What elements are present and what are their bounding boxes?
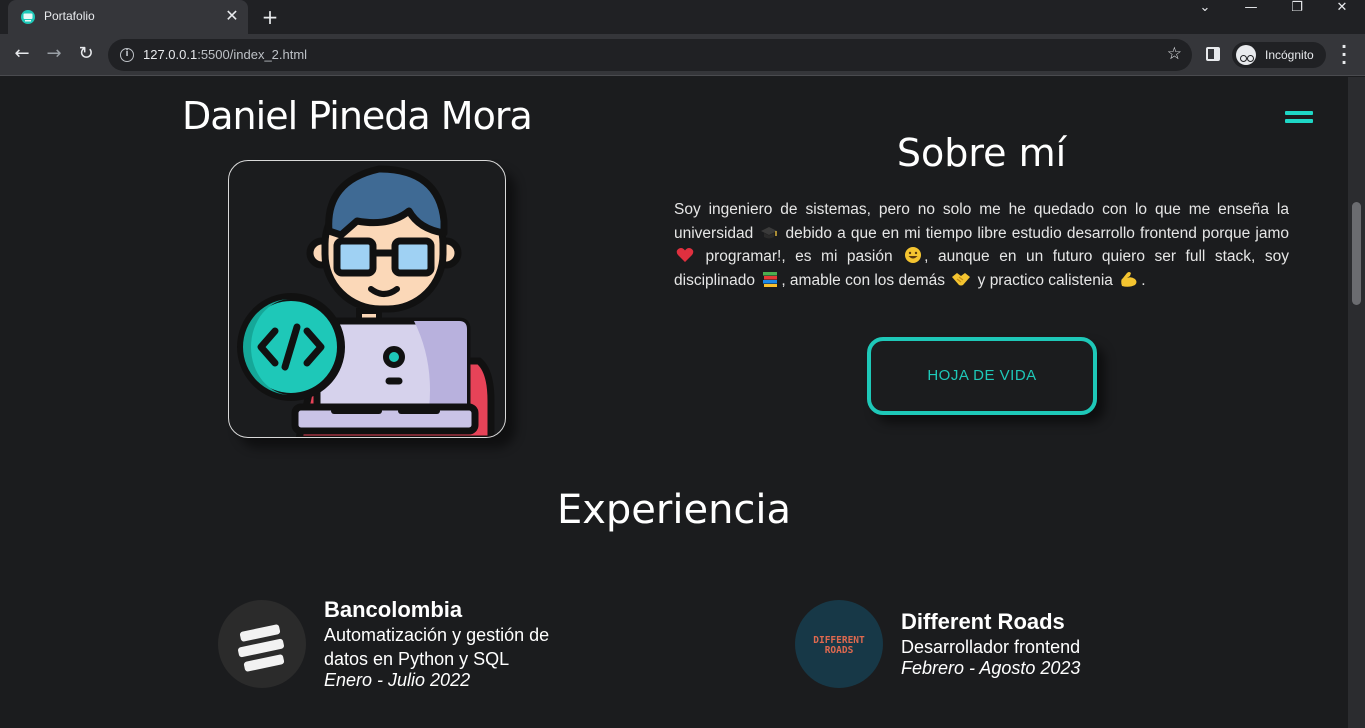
- incognito-profile-button[interactable]: Incógnito: [1232, 42, 1326, 68]
- browser-toolbar: ← → ↻ i 127.0.0.1:5500/index_2.html ☆ In…: [0, 34, 1365, 76]
- forward-arrow-icon[interactable]: →: [42, 43, 66, 67]
- different-roads-logo-icon: DIFFERENT ROADS: [795, 600, 883, 688]
- kebab-menu-icon[interactable]: · · ·: [1337, 39, 1351, 71]
- profile-label: Incógnito: [1265, 48, 1314, 62]
- url-text[interactable]: 127.0.0.1:5500/index_2.html: [143, 47, 307, 62]
- scrollbar-thumb[interactable]: [1352, 202, 1361, 305]
- bancolombia-logo-icon: [218, 600, 306, 688]
- bookmark-star-icon[interactable]: ☆: [1167, 44, 1182, 64]
- tab-title: Portafolio: [44, 9, 95, 23]
- info-icon[interactable]: i: [120, 48, 134, 62]
- close-icon[interactable]: ✕: [224, 8, 240, 24]
- minimize-button[interactable]: —: [1228, 0, 1274, 30]
- reload-icon[interactable]: ↻: [74, 43, 98, 67]
- page-content: Daniel Pineda Mora Sobre mí Soy ingenier…: [0, 77, 1348, 728]
- monitor-favicon-icon: [21, 10, 35, 24]
- graduation-cap-icon: [761, 226, 778, 238]
- handshake-icon: [952, 272, 971, 285]
- close-window-button[interactable]: ✕: [1319, 0, 1365, 30]
- heart-icon: [676, 248, 694, 262]
- developer-avatar-icon: [237, 165, 495, 437]
- hamburger-menu-icon[interactable]: [1285, 111, 1313, 127]
- new-tab-button[interactable]: +: [260, 7, 280, 27]
- books-icon: [763, 271, 778, 287]
- about-title: Sobre mí: [896, 131, 1067, 175]
- tab-strip: Portafolio ✕ + ⌄ — ❐ ✕: [0, 0, 1365, 34]
- experience-role: Automatización y gestión de datos en Pyt…: [324, 625, 550, 669]
- experience-title: Experiencia: [556, 487, 792, 533]
- experience-company: Different Roads: [901, 609, 1065, 634]
- restore-button[interactable]: ❐: [1274, 0, 1320, 30]
- experience-item-different-roads: DIFFERENT ROADS Different Roads Desarrol…: [795, 600, 1195, 700]
- experience-item-bancolombia: Bancolombia Automatización y gestión de …: [218, 597, 618, 700]
- page-scrollbar[interactable]: [1348, 77, 1365, 728]
- experience-dates: Febrero - Agosto 2023: [901, 658, 1081, 678]
- back-arrow-icon[interactable]: ←: [10, 43, 34, 67]
- browser-tab[interactable]: Portafolio ✕: [8, 0, 248, 34]
- chevron-down-icon[interactable]: ⌄: [1182, 0, 1228, 30]
- side-panel-icon[interactable]: [1206, 47, 1220, 61]
- resume-button[interactable]: HOJA DE VIDA: [867, 337, 1097, 415]
- about-text: Soy ingeniero de sistemas, pero no solo …: [674, 201, 1289, 289]
- experience-role: Desarrollador frontend: [901, 637, 1081, 657]
- smile-icon: [905, 247, 922, 263]
- experience-dates: Enero - Julio 2022: [324, 670, 471, 690]
- avatar: [228, 160, 506, 438]
- incognito-icon: [1236, 45, 1256, 65]
- flexed-biceps-icon: [1121, 271, 1137, 287]
- address-bar[interactable]: i 127.0.0.1:5500/index_2.html ☆: [108, 39, 1192, 71]
- svg-text:ROADS: ROADS: [825, 645, 854, 656]
- experience-company: Bancolombia: [324, 597, 463, 622]
- page-title: Daniel Pineda Mora: [182, 94, 533, 138]
